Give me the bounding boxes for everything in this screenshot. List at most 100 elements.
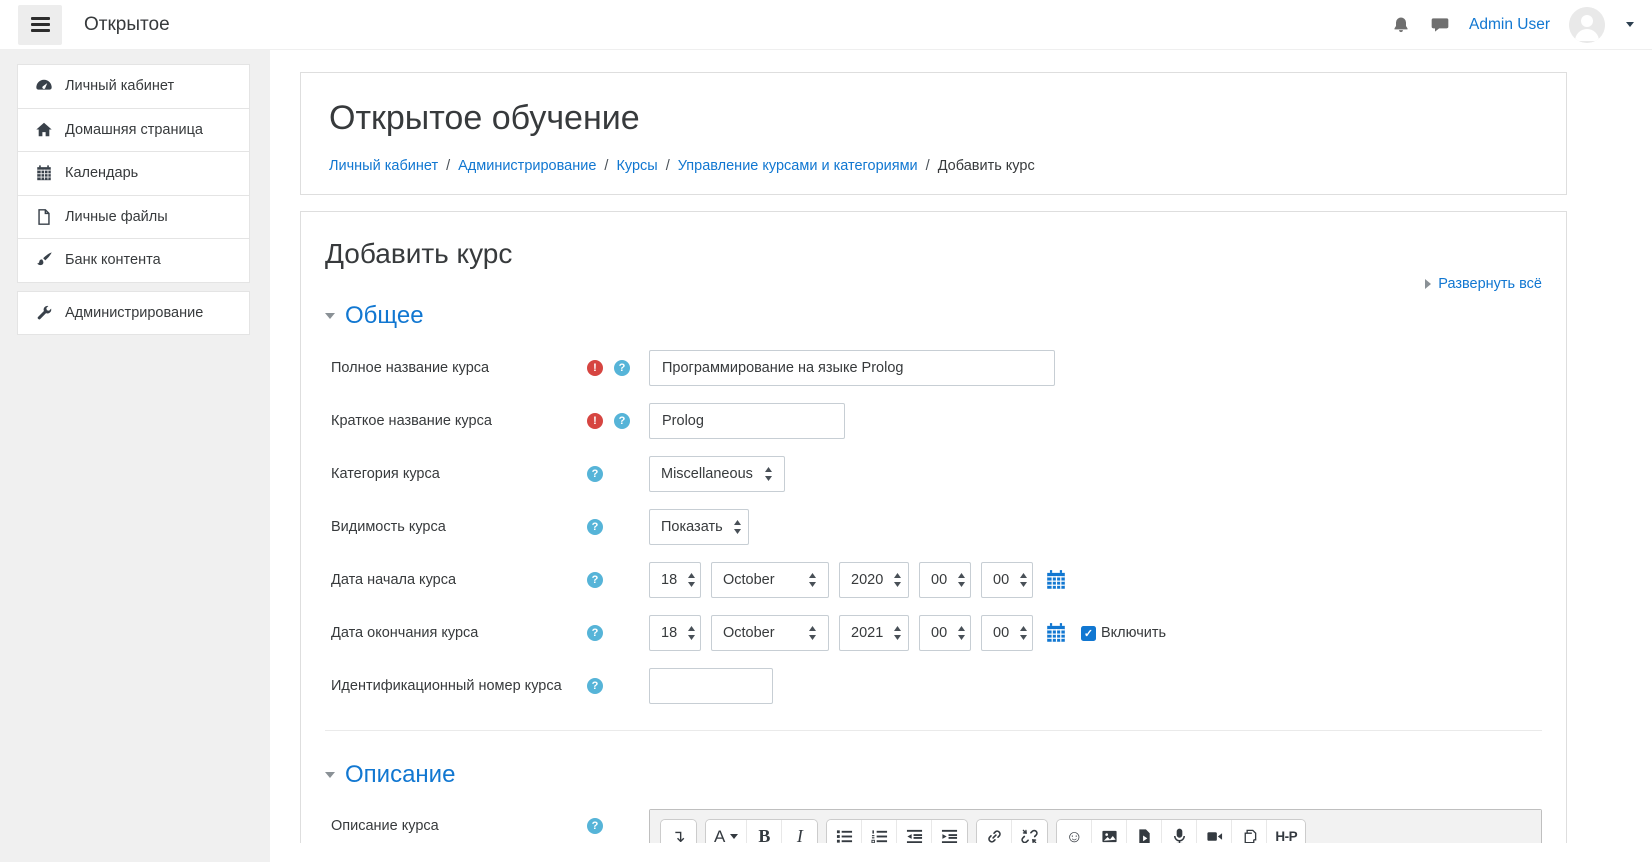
sidebar-item-administration[interactable]: Администрирование [17, 291, 250, 336]
insert-media-icon[interactable] [1127, 820, 1162, 843]
enddate-year-select[interactable]: 2021 [839, 615, 909, 651]
site-name[interactable]: Открытое [84, 14, 170, 36]
enddate-enable-checkbox[interactable]: ✓ Включить [1081, 625, 1166, 641]
required-icon: ! [587, 360, 603, 376]
field-label: Описание курса [331, 809, 587, 834]
hamburger-icon[interactable] [18, 5, 62, 45]
field-row-enddate: Дата окончания курса ? 18 October 2021 [331, 615, 1542, 651]
file-icon [35, 208, 53, 226]
add-course-form-card: Добавить курс Развернуть всё Общее Полно… [300, 211, 1567, 843]
calendar-picker-icon[interactable] [1045, 569, 1067, 591]
field-row-idnumber: Идентификационный номер курса ? [331, 668, 1542, 704]
field-label: Полное название курса [331, 360, 587, 376]
italic-icon[interactable]: I [782, 820, 817, 843]
startdate-hour-select[interactable]: 00 [919, 562, 971, 598]
bold-icon[interactable]: B [747, 820, 782, 843]
help-icon[interactable]: ? [587, 466, 603, 482]
field-label: Краткое название курса [331, 413, 587, 429]
sidebar-item-label: Личный кабинет [65, 78, 174, 94]
select-arrows-icon [764, 467, 773, 481]
link-icon[interactable] [977, 820, 1012, 843]
field-row-category: Категория курса ? Miscellaneous [331, 456, 1542, 492]
editor-toolbar: ↴ A B I [650, 810, 1541, 843]
navbar-right: Admin User [1391, 7, 1634, 43]
help-icon[interactable]: ? [614, 360, 630, 376]
form-title: Добавить курс [325, 238, 1542, 270]
caret-down-icon [325, 313, 335, 319]
help-icon[interactable]: ? [614, 413, 630, 429]
field-label: Дата начала курса [331, 572, 587, 588]
breadcrumb-current: Добавить курс [938, 158, 1035, 174]
sidebar-item-private-files[interactable]: Личные файлы [17, 195, 250, 240]
emoticon-icon[interactable]: ☺ [1057, 820, 1092, 843]
top-navbar: Открытое Admin User [0, 0, 1652, 50]
sidebar-item-label: Домашняя страница [65, 122, 203, 138]
enddate-month-select[interactable]: October [711, 615, 829, 651]
messages-icon[interactable] [1430, 15, 1450, 35]
field-label: Дата окончания курса [331, 625, 587, 641]
select-arrows-icon [687, 573, 696, 587]
user-menu-name[interactable]: Admin User [1469, 16, 1550, 34]
sidebar-item-label: Календарь [65, 165, 138, 181]
startdate-month-select[interactable]: October [711, 562, 829, 598]
fullname-input[interactable] [649, 350, 1055, 386]
bell-icon[interactable] [1391, 15, 1411, 35]
record-audio-icon[interactable] [1162, 820, 1197, 843]
enddate-day-select[interactable]: 18 [649, 615, 701, 651]
wrench-icon [35, 304, 53, 322]
section-description-header[interactable]: Описание [325, 761, 1542, 789]
font-style-icon[interactable]: A [706, 820, 747, 843]
select-arrows-icon [808, 626, 817, 640]
section-title-description: Описание [345, 761, 455, 789]
breadcrumb-separator: / [918, 158, 938, 174]
select-arrows-icon [687, 626, 696, 640]
field-label: Категория курса [331, 466, 587, 482]
sidebar-item-home[interactable]: Домашняя страница [17, 108, 250, 153]
help-icon[interactable]: ? [587, 818, 603, 834]
h5p-icon[interactable]: H-P [1267, 820, 1305, 843]
breadcrumb-item[interactable]: Администрирование [458, 158, 596, 174]
breadcrumb-item[interactable]: Личный кабинет [329, 158, 438, 174]
sidebar-item-content-bank[interactable]: Банк контента [17, 238, 250, 283]
shortname-input[interactable] [649, 403, 845, 439]
brush-icon [35, 251, 53, 269]
indent-icon[interactable] [932, 820, 967, 843]
enddate-hour-select[interactable]: 00 [919, 615, 971, 651]
field-label: Идентификационный номер курса [331, 678, 587, 694]
collapse-toolbar-icon[interactable]: ↴ [661, 820, 696, 843]
startdate-year-select[interactable]: 2020 [839, 562, 909, 598]
startdate-day-select[interactable]: 18 [649, 562, 701, 598]
select-arrows-icon [733, 520, 742, 534]
category-select[interactable]: Miscellaneous [649, 456, 785, 492]
ordered-list-icon[interactable] [862, 820, 897, 843]
breadcrumb: Личный кабинет / Администрирование / Кур… [329, 158, 1538, 174]
unlink-icon[interactable] [1012, 820, 1047, 843]
idnumber-input[interactable] [649, 668, 773, 704]
manage-files-icon[interactable] [1232, 820, 1267, 843]
insert-image-icon[interactable] [1092, 820, 1127, 843]
field-row-summary: Описание курса ? ↴ A [331, 809, 1542, 843]
section-general-header[interactable]: Общее [325, 302, 1542, 330]
outdent-icon[interactable] [897, 820, 932, 843]
enddate-minute-select[interactable]: 00 [981, 615, 1033, 651]
caret-down-icon[interactable] [1626, 22, 1634, 27]
startdate-minute-select[interactable]: 00 [981, 562, 1033, 598]
help-icon[interactable]: ? [587, 625, 603, 641]
help-icon[interactable]: ? [587, 678, 603, 694]
sidebar-item-calendar[interactable]: Календарь [17, 151, 250, 196]
help-icon[interactable]: ? [587, 519, 603, 535]
expand-all-link[interactable]: Развернуть всё [1438, 276, 1542, 292]
sidebar-item-dashboard[interactable]: Личный кабинет [17, 64, 250, 109]
avatar[interactable] [1569, 7, 1605, 43]
sidebar-item-label: Банк контента [65, 252, 161, 268]
calendar-icon [35, 164, 53, 182]
calendar-picker-icon[interactable] [1045, 622, 1067, 644]
visibility-select[interactable]: Показать [649, 509, 749, 545]
help-icon[interactable]: ? [587, 572, 603, 588]
record-video-icon[interactable] [1197, 820, 1232, 843]
select-arrows-icon [957, 573, 966, 587]
breadcrumb-item[interactable]: Курсы [616, 158, 657, 174]
unordered-list-icon[interactable] [827, 820, 862, 843]
breadcrumb-item[interactable]: Управление курсами и категориями [678, 158, 918, 174]
caret-right-icon [1425, 279, 1431, 289]
